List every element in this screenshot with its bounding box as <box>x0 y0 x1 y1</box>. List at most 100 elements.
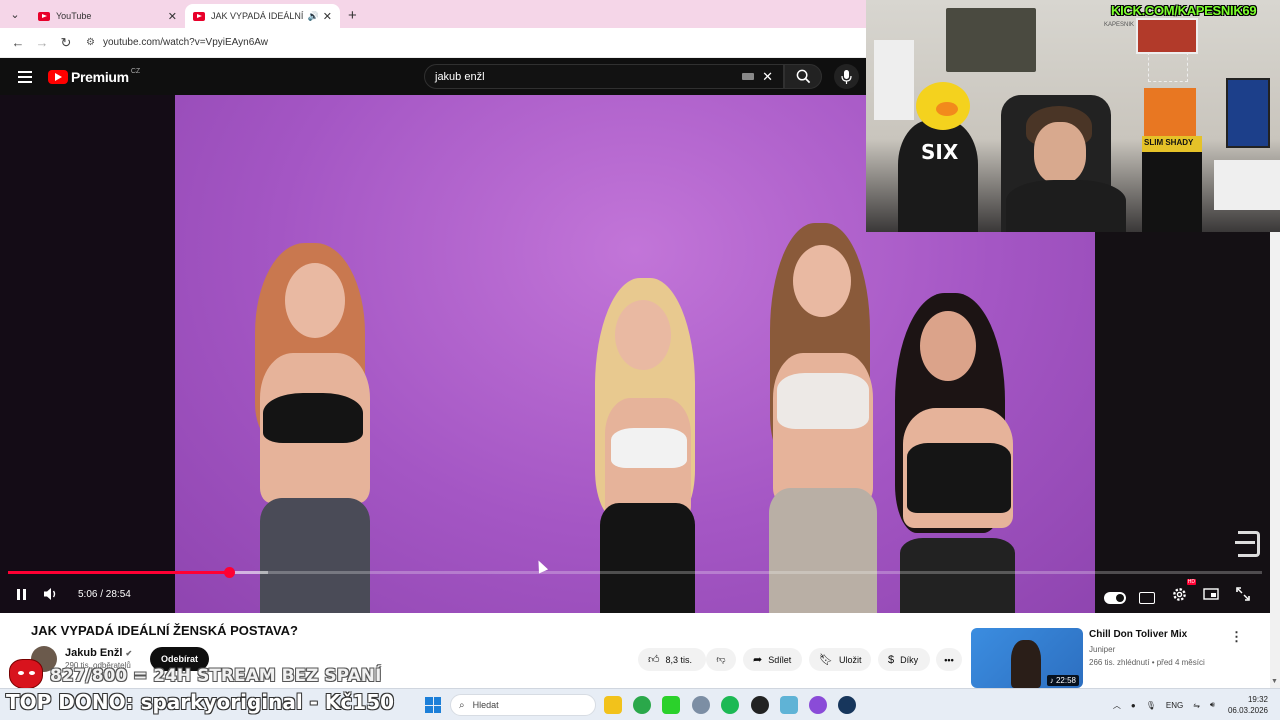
youtube-header: Premium CZ jakub enžl ✕ <box>0 58 866 95</box>
clock-date: 06.03.2026 <box>1227 706 1268 715</box>
webcam-shoes <box>1214 160 1280 210</box>
kick-app-icon[interactable] <box>662 696 680 714</box>
pause-button[interactable] <box>8 581 34 607</box>
clock-time: 19:32 <box>1247 695 1268 704</box>
tab-search-button[interactable]: ⌄ <box>4 3 26 25</box>
search-button[interactable] <box>784 64 822 89</box>
new-tab-button[interactable]: + <box>348 7 357 24</box>
menu-icon[interactable] <box>18 68 32 86</box>
logo-region: CZ <box>130 68 141 75</box>
search-icon: ⌕ <box>459 699 465 711</box>
chrome-icon[interactable] <box>633 696 651 714</box>
steam-icon[interactable] <box>838 696 856 714</box>
webcam-streamer-body <box>1006 180 1126 232</box>
time-display: 5:06 / 28:54 <box>78 588 131 600</box>
channel-watermark-icon[interactable] <box>1235 531 1260 557</box>
player-controls-right: HD <box>1102 579 1256 607</box>
thumbnail-person <box>1011 640 1041 688</box>
settings-app-icon[interactable] <box>692 696 710 714</box>
obs-icon[interactable] <box>751 696 769 714</box>
thanks-icon: $ <box>888 653 895 666</box>
autoplay-toggle[interactable] <box>1102 581 1128 607</box>
recommendation-channel[interactable]: Juniper <box>1089 645 1115 654</box>
tray-app-icon[interactable]: ● <box>1131 701 1136 710</box>
fullscreen-icon <box>1236 587 1250 601</box>
tray-mic-icon[interactable]: 🎙︎ <box>1146 701 1156 710</box>
video-title: JAK VYPADÁ IDEÁLNÍ ŽENSKÁ POSTAVA? <box>31 623 299 638</box>
progress-scrubber-handle[interactable] <box>223 567 235 578</box>
progress-played <box>8 571 230 574</box>
progress-bar[interactable] <box>8 567 1262 578</box>
clear-search-icon[interactable]: ✕ <box>762 69 773 85</box>
reload-icon[interactable]: ↻ <box>54 31 78 55</box>
share-label: Sdílet <box>768 654 792 665</box>
speaker-icon[interactable]: 🔊 <box>308 11 319 22</box>
hd-badge: HD <box>1186 579 1196 585</box>
network-icon[interactable]: ⇋ <box>1193 701 1200 710</box>
taskbar-search[interactable]: ⌕ Hledat <box>450 694 596 716</box>
tab-video[interactable]: JAK VYPADÁ IDEÁLNÍ ŽENSKÁ 🔊 ✕ <box>185 4 340 28</box>
verified-check-icon: ✔ <box>125 649 133 658</box>
tab-close-icon[interactable]: ✕ <box>168 10 177 23</box>
recommendation-title[interactable]: Chill Don Toliver Mix <box>1089 629 1187 640</box>
channel-name[interactable]: Jakub Enžl <box>65 647 122 659</box>
tab-close-icon[interactable]: ✕ <box>323 10 332 23</box>
clock[interactable]: 19:32 06.03.2026 <box>1228 694 1268 716</box>
speaker-icon[interactable]: 🔊︎ <box>1210 700 1215 710</box>
search-box[interactable]: jakub enžl ✕ <box>424 64 784 89</box>
back-arrow-icon[interactable]: ← <box>6 31 30 55</box>
tab-title: YouTube <box>56 11 92 21</box>
subtitles-button[interactable] <box>1134 581 1160 607</box>
subtitles-icon <box>1139 591 1155 604</box>
like-count: 8,3 tis. <box>665 654 693 665</box>
webcam-hoodie <box>898 120 978 232</box>
webcam-poster-text: SLIM SHADY <box>1144 138 1194 147</box>
gear-icon <box>1172 587 1186 601</box>
site-info-icon[interactable]: ⚙ <box>86 37 95 48</box>
search-input[interactable]: jakub enžl <box>435 71 742 83</box>
save-label: Uložit <box>838 654 862 665</box>
keyboard-icon[interactable] <box>742 73 755 80</box>
browser-tab-strip: ⌄ YouTube ✕ JAK VYPADÁ IDEÁLNÍ ŽENSKÁ 🔊 … <box>0 0 866 28</box>
webcam-streamer-head <box>1034 122 1086 184</box>
youtube-favicon-icon <box>38 11 50 21</box>
windows-start-icon[interactable] <box>425 697 441 713</box>
like-button[interactable]: 👍︎ 8,3 tis. <box>638 648 706 671</box>
thanks-label: Díky <box>900 654 919 665</box>
dislike-button[interactable]: 👎︎ <box>706 648 736 671</box>
url-text: youtube.com/watch?v=VpyiEAyn6Aw <box>102 37 268 48</box>
settings-button[interactable]: HD <box>1166 579 1196 607</box>
kick-handle: KICK.COM/KAPESNIK69 <box>1111 3 1257 18</box>
volume-button[interactable] <box>38 581 64 607</box>
spotify-icon[interactable] <box>721 696 739 714</box>
more-actions-button[interactable]: ••• <box>936 648 962 671</box>
tray-chevron-icon[interactable]: ︿ <box>1113 700 1121 711</box>
channel-name-row[interactable]: Jakub Enžl ✔ <box>65 647 132 659</box>
thanks-button[interactable]: $ Díky <box>878 648 930 671</box>
recommendation-thumbnail[interactable]: ♪ 22:58 <box>971 628 1083 688</box>
youtube-logo[interactable]: Premium CZ <box>48 68 141 85</box>
url-field[interactable]: ⚙ youtube.com/watch?v=VpyiEAyn6Aw <box>86 37 268 48</box>
share-button[interactable]: ➦ Sdílet <box>743 648 802 671</box>
webcam-shelf <box>946 8 1036 72</box>
app-icon[interactable] <box>780 696 798 714</box>
top-donor-text: TOP DONO: sparkyoriginal - Kč150 <box>6 690 395 714</box>
address-bar-row: ← → ↻ ⚙ youtube.com/watch?v=VpyiEAyn6Aw <box>0 28 866 58</box>
scroll-down-arrow-icon[interactable]: ▼ <box>1271 678 1278 685</box>
file-explorer-icon[interactable] <box>604 696 622 714</box>
webcam-sign: KAPESNIK <box>1104 22 1135 28</box>
toggle-icon <box>1104 591 1126 604</box>
forward-arrow-icon[interactable]: → <box>30 31 54 55</box>
recommendation-menu-icon[interactable]: ⋮ <box>1230 629 1243 645</box>
stream-goal-text: 827/800 = 24H STREAM BEZ SPANÍ <box>50 666 382 686</box>
miniplayer-button[interactable] <box>1198 581 1224 607</box>
video-person <box>575 278 715 613</box>
voice-search-button[interactable] <box>834 64 859 89</box>
taskbar-search-placeholder: Hledat <box>472 700 499 710</box>
streamer-webcam: KAPESNIK SLIM SHADY SIX <box>866 0 1280 232</box>
browser-profile-icon[interactable] <box>809 696 827 714</box>
save-button[interactable]: 🔖︎ Uložit <box>809 648 871 671</box>
tab-youtube[interactable]: YouTube ✕ <box>30 4 185 28</box>
fullscreen-button[interactable] <box>1230 581 1256 607</box>
language-indicator[interactable]: ENG <box>1166 701 1183 710</box>
